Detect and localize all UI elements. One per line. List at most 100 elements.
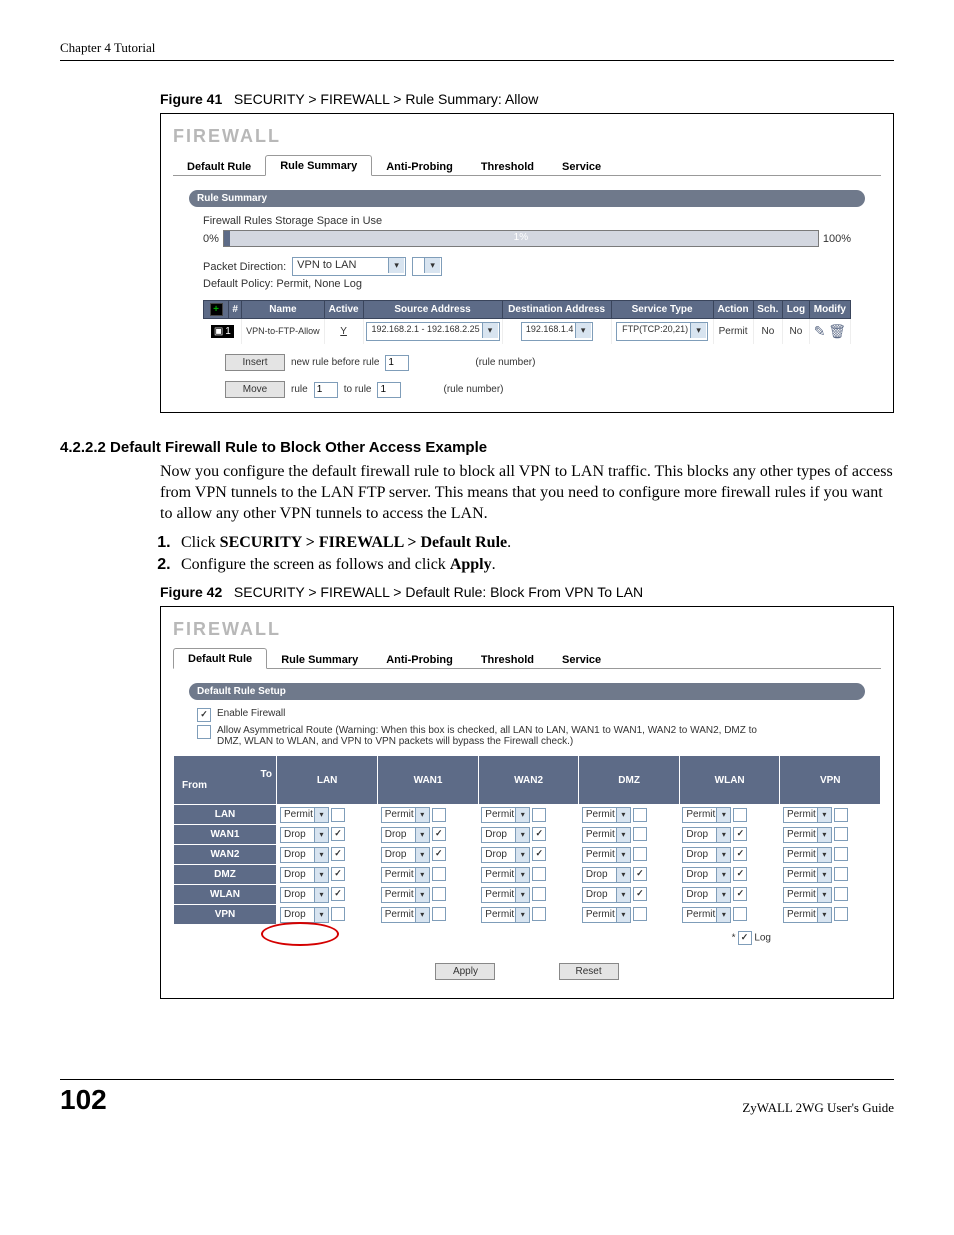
tab-service[interactable]: Service [548, 157, 615, 176]
log-cell-checkbox[interactable] [834, 827, 848, 841]
log-cell-checkbox[interactable] [633, 907, 647, 921]
action-select[interactable]: Permit [783, 827, 832, 843]
insert-button[interactable]: Insert [225, 354, 285, 371]
plus-icon[interactable]: + [210, 303, 223, 316]
tab-anti-probing-42[interactable]: Anti-Probing [372, 650, 467, 669]
action-select[interactable]: Permit [783, 907, 832, 923]
log-cell-checkbox[interactable]: ✓ [331, 827, 345, 841]
log-cell-checkbox[interactable] [834, 887, 848, 901]
apply-button[interactable]: Apply [435, 963, 495, 980]
action-select[interactable]: Permit [582, 807, 631, 823]
action-select[interactable]: Permit [381, 867, 430, 883]
tab-rule-summary[interactable]: Rule Summary [265, 155, 372, 176]
action-select[interactable]: Drop [582, 887, 631, 903]
action-select[interactable]: Permit [783, 887, 832, 903]
action-select[interactable]: Drop [682, 887, 731, 903]
action-select[interactable]: Permit [481, 807, 530, 823]
action-select[interactable]: Permit [682, 907, 731, 923]
log-cell-checkbox[interactable] [633, 847, 647, 861]
tab-anti-probing[interactable]: Anti-Probing [372, 157, 467, 176]
row-src-select[interactable]: 192.168.2.1 - 192.168.2.25 [366, 322, 500, 341]
action-select[interactable]: Drop [280, 887, 329, 903]
insert-rule-num[interactable] [385, 355, 409, 371]
log-cell-checkbox[interactable] [432, 867, 446, 881]
log-cell-checkbox[interactable]: ✓ [733, 847, 747, 861]
row-dst-select[interactable]: 192.168.1.4 [521, 322, 593, 341]
log-cell-checkbox[interactable]: ✓ [532, 827, 546, 841]
tab-threshold-42[interactable]: Threshold [467, 650, 548, 669]
log-cell-checkbox[interactable] [532, 907, 546, 921]
reset-button[interactable]: Reset [559, 963, 619, 980]
action-select[interactable]: Permit [381, 887, 430, 903]
asym-route-checkbox[interactable] [197, 725, 211, 739]
action-select[interactable]: Drop [280, 847, 329, 863]
action-select[interactable]: Permit [381, 907, 430, 923]
action-select[interactable]: Drop [280, 907, 329, 923]
log-cell-checkbox[interactable] [834, 847, 848, 861]
row-svc-select[interactable]: FTP(TCP:20,21) [616, 322, 708, 341]
action-select[interactable]: Permit [481, 887, 530, 903]
action-select[interactable]: Drop [481, 827, 530, 843]
log-cell-checkbox[interactable] [633, 808, 647, 822]
log-cell-checkbox[interactable]: ✓ [633, 887, 647, 901]
action-select[interactable]: Drop [682, 867, 731, 883]
log-cell-checkbox[interactable]: ✓ [532, 847, 546, 861]
tab-default-rule[interactable]: Default Rule [173, 157, 265, 176]
enable-firewall-checkbox[interactable]: ✓ [197, 708, 211, 722]
action-select[interactable]: Permit [582, 827, 631, 843]
log-cell-checkbox[interactable]: ✓ [432, 847, 446, 861]
log-cell-checkbox[interactable] [834, 907, 848, 921]
tab-rule-summary-42[interactable]: Rule Summary [267, 650, 372, 669]
tab-threshold[interactable]: Threshold [467, 157, 548, 176]
log-cell-checkbox[interactable]: ✓ [331, 887, 345, 901]
action-select[interactable]: Drop [682, 847, 731, 863]
action-select[interactable]: Drop [682, 827, 731, 843]
log-cell-checkbox[interactable] [532, 887, 546, 901]
log-cell-checkbox[interactable]: ✓ [733, 867, 747, 881]
log-cell-checkbox[interactable] [633, 827, 647, 841]
move-button[interactable]: Move [225, 381, 285, 398]
log-cell-checkbox[interactable]: ✓ [733, 887, 747, 901]
action-select[interactable]: Drop [280, 867, 329, 883]
action-select[interactable]: Drop [280, 827, 329, 843]
log-cell-checkbox[interactable]: ✓ [331, 867, 345, 881]
action-select[interactable]: Permit [783, 867, 832, 883]
log-cell-checkbox[interactable] [432, 808, 446, 822]
log-cell-checkbox[interactable] [834, 808, 848, 822]
action-select[interactable]: Permit [582, 907, 631, 923]
action-select[interactable]: Permit [783, 847, 832, 863]
log-cell-checkbox[interactable]: ✓ [331, 847, 345, 861]
log-cell-checkbox[interactable]: ✓ [733, 827, 747, 841]
move-to-num[interactable] [377, 382, 401, 398]
tab-service-42[interactable]: Service [548, 650, 615, 669]
action-select[interactable]: Permit [481, 867, 530, 883]
row-select-icon[interactable]: ▣ 1 [211, 325, 234, 338]
action-select[interactable]: Drop [381, 827, 430, 843]
action-select[interactable]: Drop [481, 847, 530, 863]
move-from-num[interactable] [314, 382, 338, 398]
log-cell-checkbox[interactable] [432, 907, 446, 921]
log-cell-checkbox[interactable] [834, 867, 848, 881]
action-select[interactable]: Permit [481, 907, 530, 923]
log-cell-checkbox[interactable]: ✓ [432, 827, 446, 841]
log-cell-checkbox[interactable] [331, 907, 345, 921]
log-cell-checkbox[interactable] [432, 887, 446, 901]
log-cell-checkbox[interactable] [532, 867, 546, 881]
log-cell-checkbox[interactable]: ✓ [633, 867, 647, 881]
delete-icon[interactable]: 🗑 [828, 323, 846, 340]
action-select[interactable]: Permit [682, 807, 731, 823]
action-select[interactable]: Permit [582, 847, 631, 863]
packet-direction-select[interactable]: VPN to LAN [292, 257, 406, 276]
log-cell-checkbox[interactable] [331, 808, 345, 822]
action-select[interactable]: Permit [280, 807, 329, 823]
packet-direction-select-extra[interactable] [412, 257, 442, 276]
edit-icon[interactable]: ✎ [814, 323, 826, 340]
action-select[interactable]: Drop [381, 847, 430, 863]
log-cell-checkbox[interactable] [733, 907, 747, 921]
tab-default-rule-42[interactable]: Default Rule [173, 648, 267, 669]
log-checkbox[interactable]: ✓ [738, 931, 752, 945]
action-select[interactable]: Drop [582, 867, 631, 883]
log-cell-checkbox[interactable] [532, 808, 546, 822]
log-cell-checkbox[interactable] [733, 808, 747, 822]
action-select[interactable]: Permit [783, 807, 832, 823]
